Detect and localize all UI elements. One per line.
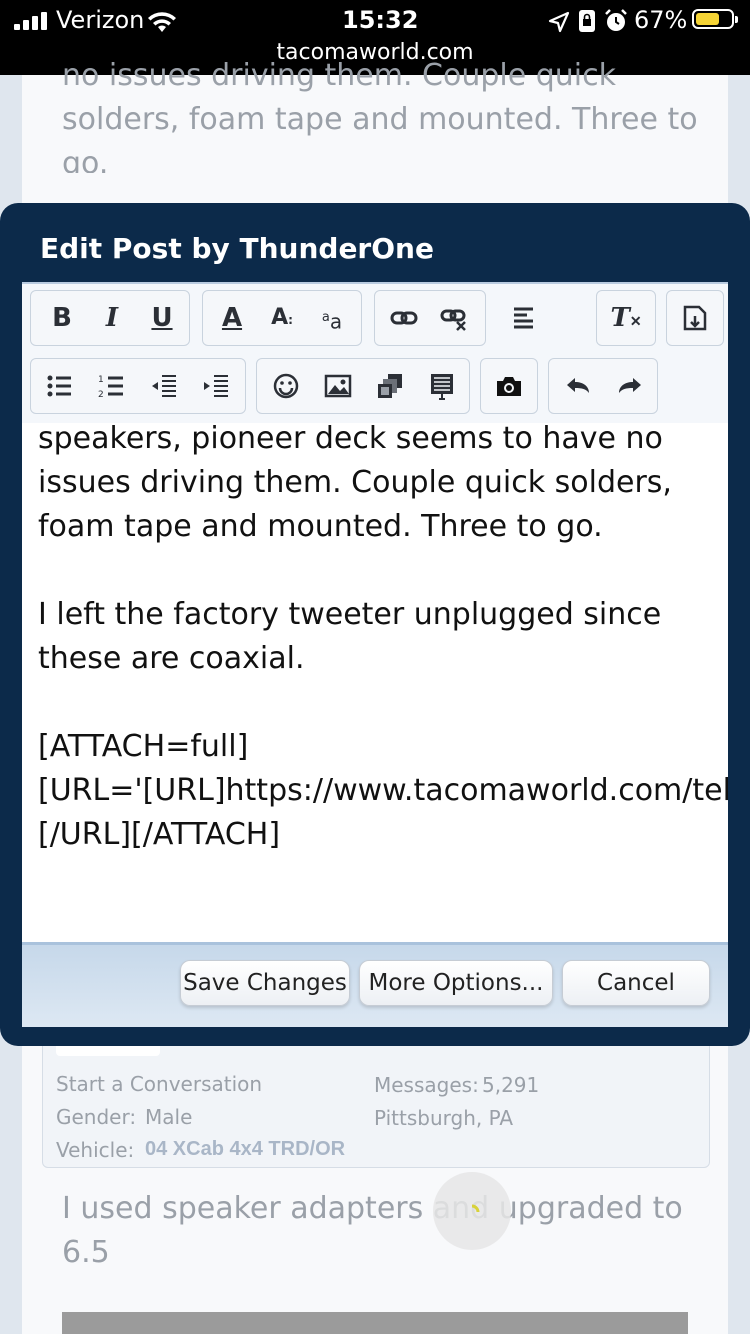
loading-spinner-icon (433, 1172, 511, 1250)
wifi-icon (148, 12, 176, 32)
messages-label: Messages: (374, 1073, 479, 1097)
media-icon[interactable] (367, 363, 413, 409)
save-changes-button[interactable]: Save Changes (180, 960, 350, 1006)
remove-format-group: T✕ (596, 290, 656, 346)
start-conversation-link[interactable]: Start a Conversation (56, 1072, 262, 1096)
location-value: Pittsburgh, PA (374, 1106, 514, 1130)
underline-icon[interactable]: U (139, 295, 185, 341)
portrait-lock-icon (579, 10, 595, 32)
more-options-button[interactable]: More Options... (359, 960, 553, 1006)
numbered-list-icon[interactable]: 12 (89, 363, 135, 409)
svg-text:1: 1 (98, 375, 104, 385)
bold-icon[interactable]: B (39, 295, 85, 341)
list-group: 12 (30, 358, 246, 414)
font-size-icon[interactable]: A: (259, 295, 305, 341)
battery-icon (692, 9, 738, 29)
image-icon[interactable] (315, 363, 361, 409)
unlink-icon[interactable] (431, 295, 477, 341)
font-group: A A: aa (202, 290, 362, 346)
font-color-icon[interactable]: A (209, 295, 255, 341)
vehicle-label: Vehicle: (56, 1138, 135, 1162)
editor-toolbar: B I U A A: aa T✕ 12 (22, 282, 728, 425)
history-group (548, 358, 658, 414)
gender-value: Male (145, 1105, 193, 1129)
draft-group (666, 290, 724, 346)
font-family-icon[interactable]: aa (309, 295, 355, 341)
bullet-list-icon[interactable] (37, 363, 83, 409)
messages-value: 5,291 (482, 1073, 540, 1097)
location-icon (548, 11, 570, 33)
link-icon[interactable] (381, 295, 427, 341)
remove-format-icon[interactable]: T✕ (603, 295, 649, 341)
previous-post-text: no issues driving them. Couple quick sol… (62, 58, 698, 173)
insert-group (256, 358, 470, 414)
post-editor-textarea[interactable]: speakers, pioneer deck seems to have no … (22, 423, 728, 942)
next-post-text: I used speaker adapters and upgraded to … (62, 1191, 683, 1270)
link-group (374, 290, 486, 346)
draft-icon[interactable] (672, 295, 718, 341)
dialog-title: Edit Post by ThunderOne (40, 232, 434, 265)
template-icon[interactable] (419, 363, 465, 409)
camera-group (480, 358, 538, 414)
post-image[interactable] (62, 1312, 688, 1334)
svg-text:2: 2 (98, 390, 104, 400)
smilie-icon[interactable] (263, 363, 309, 409)
editor-content[interactable]: speakers, pioneer deck seems to have no … (38, 423, 728, 857)
align-group (498, 290, 558, 346)
outdent-icon[interactable] (141, 363, 187, 409)
redo-icon[interactable] (607, 363, 653, 409)
vehicle-value[interactable]: 04 XCab 4x4 TRD/OR (145, 1138, 345, 1160)
cell-signal-icon (14, 12, 48, 30)
alarm-icon (605, 9, 627, 31)
align-icon[interactable] (502, 294, 548, 340)
cancel-button[interactable]: Cancel (562, 960, 710, 1006)
clock: 15:32 (342, 6, 419, 34)
carrier-name: Verizon (56, 6, 145, 34)
indent-icon[interactable] (193, 363, 239, 409)
gender-label: Gender: (56, 1105, 137, 1129)
camera-icon[interactable] (486, 363, 532, 409)
italic-icon[interactable]: I (89, 295, 135, 341)
text-style-group: B I U (30, 290, 190, 346)
battery-percent: 67% (634, 6, 688, 34)
undo-icon[interactable] (555, 363, 601, 409)
